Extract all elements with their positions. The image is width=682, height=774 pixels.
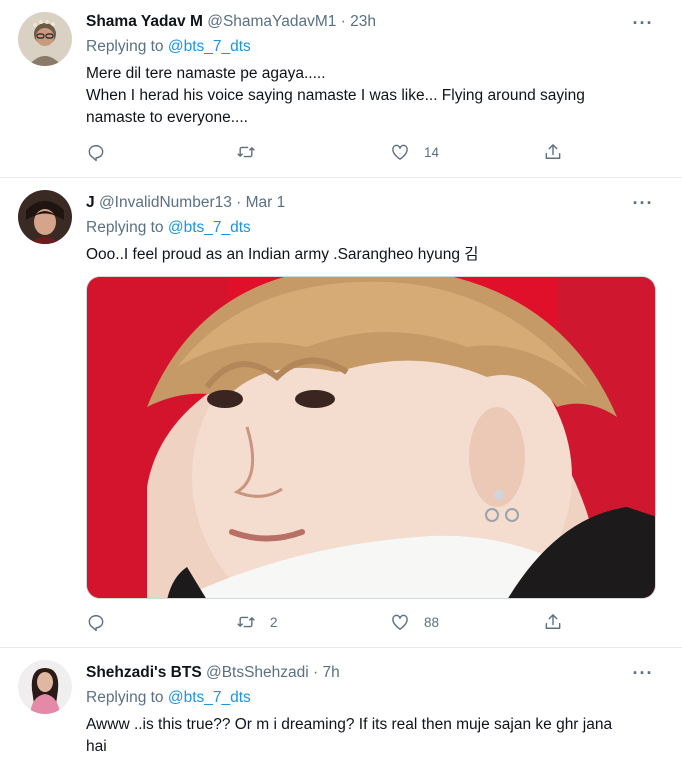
replying-prefix: Replying to: [86, 219, 164, 236]
avatar-image: [18, 660, 72, 714]
tweet-j[interactable]: J @InvalidNumber13 · Mar 1 ··· Replying …: [0, 178, 682, 648]
tweet-text-line: Awww ..is this true?? Or m i dreaming? I…: [86, 716, 613, 733]
display-name[interactable]: J: [86, 194, 95, 211]
mention-link[interactable]: @bts_7_dts: [168, 38, 251, 55]
retweet-count: 2: [270, 614, 278, 630]
share-button[interactable]: [543, 140, 563, 164]
avatar-image: [18, 190, 72, 244]
display-name[interactable]: Shehzadi's BTS: [86, 664, 202, 681]
display-name[interactable]: Shama Yadav M: [86, 13, 203, 30]
avatar[interactable]: [18, 660, 72, 714]
replying-to: Replying to @bts_7_dts: [86, 218, 251, 238]
reply-button[interactable]: [86, 140, 106, 164]
like-button[interactable]: 14: [390, 140, 439, 164]
avatar[interactable]: [18, 12, 72, 66]
tweet-text-line: namaste to everyone....: [86, 109, 248, 126]
retweet-button[interactable]: 2: [236, 610, 278, 634]
tweet-text-line: Mere dil tere namaste pe agaya.....: [86, 65, 326, 82]
more-icon[interactable]: ···: [632, 664, 654, 688]
reply-button[interactable]: [86, 610, 106, 634]
heart-icon: [392, 614, 408, 630]
user-handle[interactable]: @InvalidNumber13: [99, 194, 232, 211]
photo-image: [87, 277, 655, 598]
more-icon[interactable]: ···: [632, 14, 654, 38]
tweet-shehzadi[interactable]: Shehzadi's BTS @BtsShehzadi · 7h ··· Rep…: [0, 648, 682, 774]
mention-link[interactable]: @bts_7_dts: [168, 219, 251, 236]
tweet-text: Ooo..I feel proud as an Indian army .Sar…: [86, 244, 656, 266]
replying-prefix: Replying to: [86, 689, 164, 706]
retweet-icon: [237, 616, 255, 628]
tweet-text-line: hai: [86, 738, 107, 755]
tweet-text-line: Ooo..I feel proud as an Indian army .Sar…: [86, 246, 479, 263]
heart-icon: [392, 144, 408, 160]
more-icon[interactable]: ···: [632, 194, 654, 218]
tweet-header: Shama Yadav M @ShamaYadavM1 · 23h: [86, 12, 376, 32]
replying-to: Replying to @bts_7_dts: [86, 688, 251, 708]
mention-link[interactable]: @bts_7_dts: [168, 689, 251, 706]
replying-prefix: Replying to: [86, 38, 164, 55]
tweet-text: Mere dil tere namaste pe agaya..... When…: [86, 63, 656, 129]
user-handle[interactable]: @BtsShehzadi: [206, 664, 309, 681]
retweet-icon: [237, 146, 255, 158]
tweet-text: Awww ..is this true?? Or m i dreaming? I…: [86, 714, 656, 758]
share-icon: [545, 614, 561, 629]
share-button[interactable]: [543, 610, 563, 634]
like-button[interactable]: 88: [390, 610, 439, 634]
user-handle[interactable]: @ShamaYadavM1: [207, 13, 336, 30]
timestamp[interactable]: · 7h: [313, 664, 340, 681]
avatar-image: [18, 12, 72, 66]
timestamp[interactable]: · Mar 1: [236, 194, 285, 211]
share-icon: [545, 144, 561, 159]
retweet-button[interactable]: [236, 140, 270, 164]
replying-to: Replying to @bts_7_dts: [86, 37, 251, 57]
like-count: 88: [424, 614, 440, 630]
timestamp[interactable]: · 23h: [341, 13, 376, 30]
tweet-photo[interactable]: [86, 276, 656, 599]
tweet-header: Shehzadi's BTS @BtsShehzadi · 7h: [86, 663, 340, 683]
tweet-text-line: When I herad his voice saying namaste I …: [86, 87, 585, 104]
tweet-shama-yadav[interactable]: Shama Yadav M @ShamaYadavM1 · 23h ··· Re…: [0, 0, 682, 178]
tweet-actions: 2 88: [86, 610, 566, 634]
tweet-actions: 14: [86, 140, 566, 164]
tweet-header: J @InvalidNumber13 · Mar 1: [86, 193, 285, 213]
reply-icon: [88, 145, 104, 162]
avatar[interactable]: [18, 190, 72, 244]
like-count: 14: [424, 144, 440, 160]
reply-icon: [88, 615, 104, 632]
